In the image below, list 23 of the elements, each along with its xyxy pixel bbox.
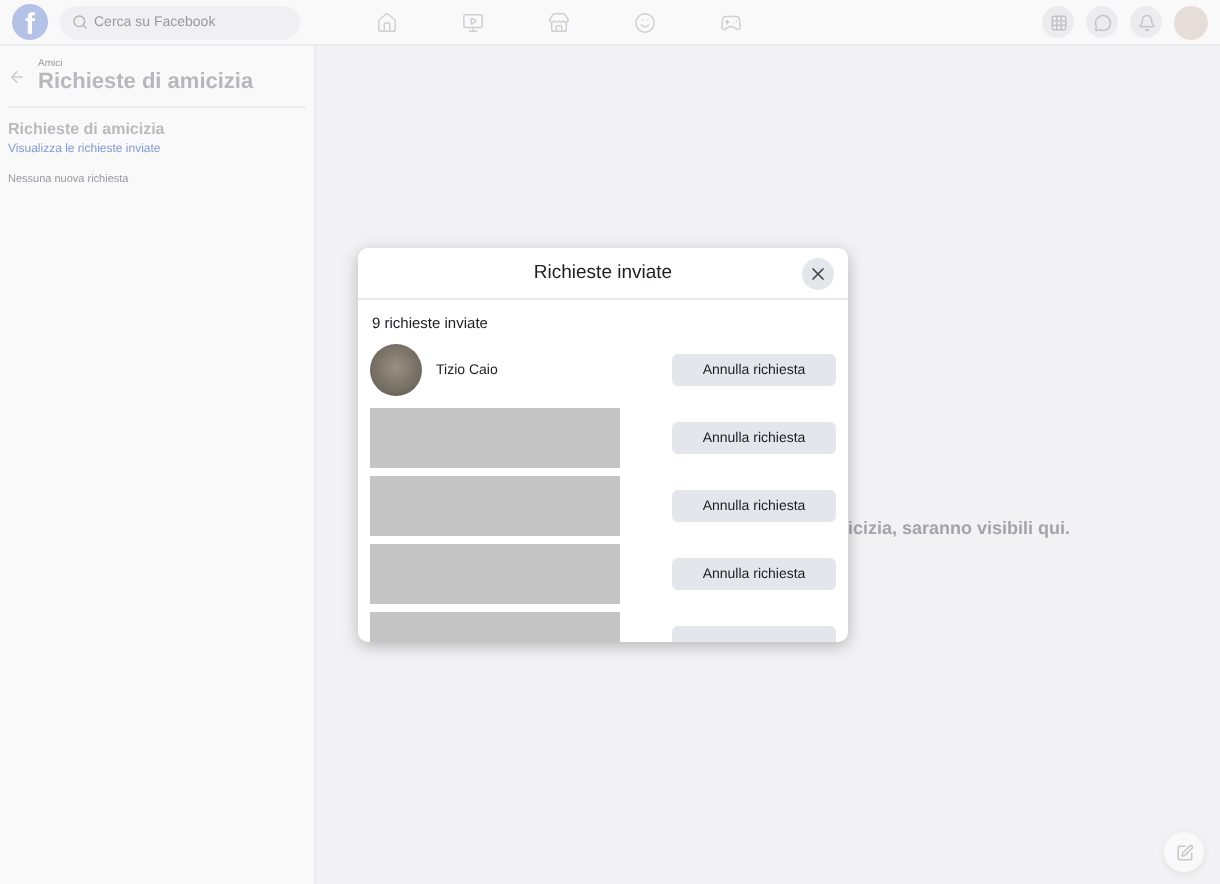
chat-icon bbox=[1093, 13, 1111, 31]
messenger-button[interactable] bbox=[1086, 6, 1118, 38]
video-icon[interactable] bbox=[462, 11, 484, 33]
back-icon[interactable] bbox=[8, 67, 26, 85]
grid-icon bbox=[1049, 13, 1067, 31]
avatar-photo bbox=[370, 344, 422, 396]
search-icon bbox=[72, 14, 88, 30]
compose-icon bbox=[1175, 843, 1193, 861]
bell-icon bbox=[1137, 13, 1155, 31]
new-message-button[interactable] bbox=[1164, 832, 1204, 872]
menu-button[interactable] bbox=[1042, 6, 1074, 38]
store-icon[interactable] bbox=[548, 11, 570, 33]
smile-icon[interactable] bbox=[634, 11, 656, 33]
notifications-button[interactable] bbox=[1130, 6, 1162, 38]
gamepad-icon[interactable] bbox=[720, 11, 742, 33]
dialog-title: Richieste inviate bbox=[533, 262, 673, 284]
page-title: Richieste di amicizia bbox=[38, 70, 254, 94]
section-title: Richieste di amicizia bbox=[8, 120, 167, 138]
empty-message: icizia, saranno visibili qui. bbox=[848, 518, 1071, 538]
close-icon bbox=[808, 264, 828, 284]
close-button[interactable] bbox=[802, 258, 834, 290]
home-icon[interactable] bbox=[376, 11, 398, 33]
profile-avatar[interactable] bbox=[1174, 5, 1208, 39]
